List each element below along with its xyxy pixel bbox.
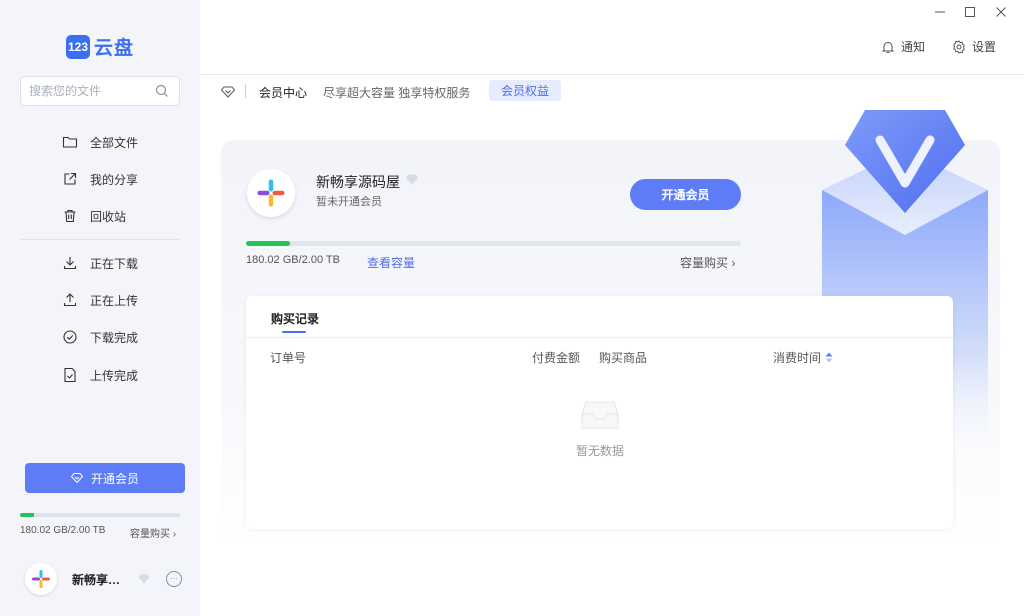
storage-usage-text: 180.02 GB/2.00 TB <box>20 525 106 536</box>
open-vip-label: 开通会员 <box>90 471 139 486</box>
sidebar-item-label: 回收站 <box>90 209 127 224</box>
search-input[interactable] <box>29 84 149 98</box>
buy-capacity-link[interactable]: 容量购买 › <box>680 254 735 271</box>
empty-state-text: 暂无数据 <box>576 444 625 458</box>
profile-name: 新畅享源码屋 <box>316 174 400 190</box>
close-icon[interactable] <box>995 6 1007 21</box>
view-capacity-link[interactable]: 查看容量 <box>367 254 415 271</box>
table-header-divider <box>246 337 953 338</box>
check-icon <box>63 330 77 344</box>
maximize-icon[interactable] <box>964 6 976 21</box>
folder-icon <box>62 136 78 148</box>
buy-capacity-label: 容量购买 <box>680 256 729 270</box>
diamond-icon <box>405 174 419 185</box>
file-check-icon <box>64 367 76 383</box>
column-header-time[interactable]: 消费时间 <box>773 349 833 366</box>
buy-capacity-link[interactable]: 容量购买 › <box>130 525 176 540</box>
sidebar-item-all-files[interactable]: 全部文件 <box>62 131 138 153</box>
header-divider <box>200 74 1024 75</box>
sidebar-item-uploading[interactable]: 正在上传 <box>62 289 138 311</box>
member-benefits-tag[interactable]: 会员权益 <box>489 80 561 101</box>
diamond-icon <box>221 83 235 101</box>
sidebar-item-label: 全部文件 <box>90 135 139 150</box>
diamond-icon <box>70 473 83 484</box>
sort-icon <box>825 352 833 363</box>
minimize-icon[interactable] <box>934 6 946 21</box>
sidebar-item-label: 我的分享 <box>90 172 139 187</box>
sidebar-item-label: 上传完成 <box>90 368 139 383</box>
search-box <box>20 76 180 106</box>
profile-avatar[interactable] <box>247 169 295 217</box>
chevron-right-icon: › <box>731 256 736 270</box>
column-header-order-no: 订单号 <box>270 351 307 365</box>
share-icon <box>64 172 77 185</box>
column-header-product: 购买商品 <box>599 351 648 365</box>
logo-badge: 123 <box>66 34 90 59</box>
tab-purchase-records[interactable]: 购买记录 <box>271 310 319 327</box>
search-icon[interactable] <box>155 84 169 101</box>
notification-label: 通知 <box>901 40 926 54</box>
notification-button[interactable]: 通知 <box>881 38 925 55</box>
bell-icon <box>881 41 895 53</box>
breadcrumb-divider <box>245 84 246 98</box>
settings-label: 设置 <box>972 40 997 54</box>
user-name: 新畅享源码屋 <box>72 572 132 587</box>
open-vip-button[interactable]: 开通会员 <box>25 463 185 493</box>
column-header-time-label: 消费时间 <box>773 351 822 365</box>
user-profile-row[interactable]: 新畅享源码屋 ··· <box>25 563 190 595</box>
sidebar-item-label: 正在上传 <box>90 293 139 308</box>
chevron-right-icon: › <box>172 529 177 540</box>
empty-inbox-icon <box>581 401 619 429</box>
sidebar-item-label: 正在下载 <box>90 256 139 271</box>
pinwheel-avatar-icon <box>257 179 285 207</box>
storage-progress-bar <box>20 513 180 517</box>
open-membership-button[interactable]: 开通会员 <box>630 179 741 210</box>
logo-text: 云盘 <box>94 38 135 59</box>
pinwheel-avatar-icon <box>32 570 50 588</box>
sidebar: 123 云盘 全部文件 我的分享 回收站 正在下载 正在上传 下载完成 上传完成 <box>0 0 200 616</box>
trash-icon <box>64 209 76 223</box>
sidebar-item-label: 下载完成 <box>90 330 139 345</box>
download-icon <box>63 257 77 270</box>
page-subtitle: 尽享超大容量 独享特权服务 <box>323 85 471 100</box>
sidebar-item-upload-complete[interactable]: 上传完成 <box>62 364 138 386</box>
purchase-records-panel: 购买记录 订单号 付费金额 购买商品 消费时间 暂无数据 <box>246 296 953 529</box>
membership-status: 暂未开通会员 <box>316 196 382 208</box>
capacity-progress-fill <box>246 241 290 246</box>
column-header-amount: 付费金额 <box>532 351 581 365</box>
gear-icon <box>953 39 965 54</box>
sidebar-item-download-complete[interactable]: 下载完成 <box>62 326 138 348</box>
sidebar-item-recycle-bin[interactable]: 回收站 <box>62 205 126 227</box>
page-title: 会员中心 <box>259 85 308 100</box>
avatar[interactable] <box>25 563 57 595</box>
capacity-usage-text: 180.02 GB/2.00 TB <box>246 254 340 266</box>
storage-progress-fill <box>20 513 35 517</box>
buy-capacity-label: 容量购买 <box>130 529 170 540</box>
diamond-icon <box>138 574 150 584</box>
upload-icon <box>63 293 77 307</box>
more-icon[interactable]: ··· <box>166 571 182 587</box>
capacity-progress-bar <box>246 241 741 246</box>
app-logo[interactable]: 123 云盘 <box>66 33 134 60</box>
nav-divider <box>20 239 180 240</box>
sidebar-item-downloading[interactable]: 正在下载 <box>62 252 138 274</box>
tab-active-indicator <box>282 331 306 333</box>
settings-button[interactable]: 设置 <box>952 38 996 55</box>
sidebar-item-my-share[interactable]: 我的分享 <box>62 168 138 190</box>
